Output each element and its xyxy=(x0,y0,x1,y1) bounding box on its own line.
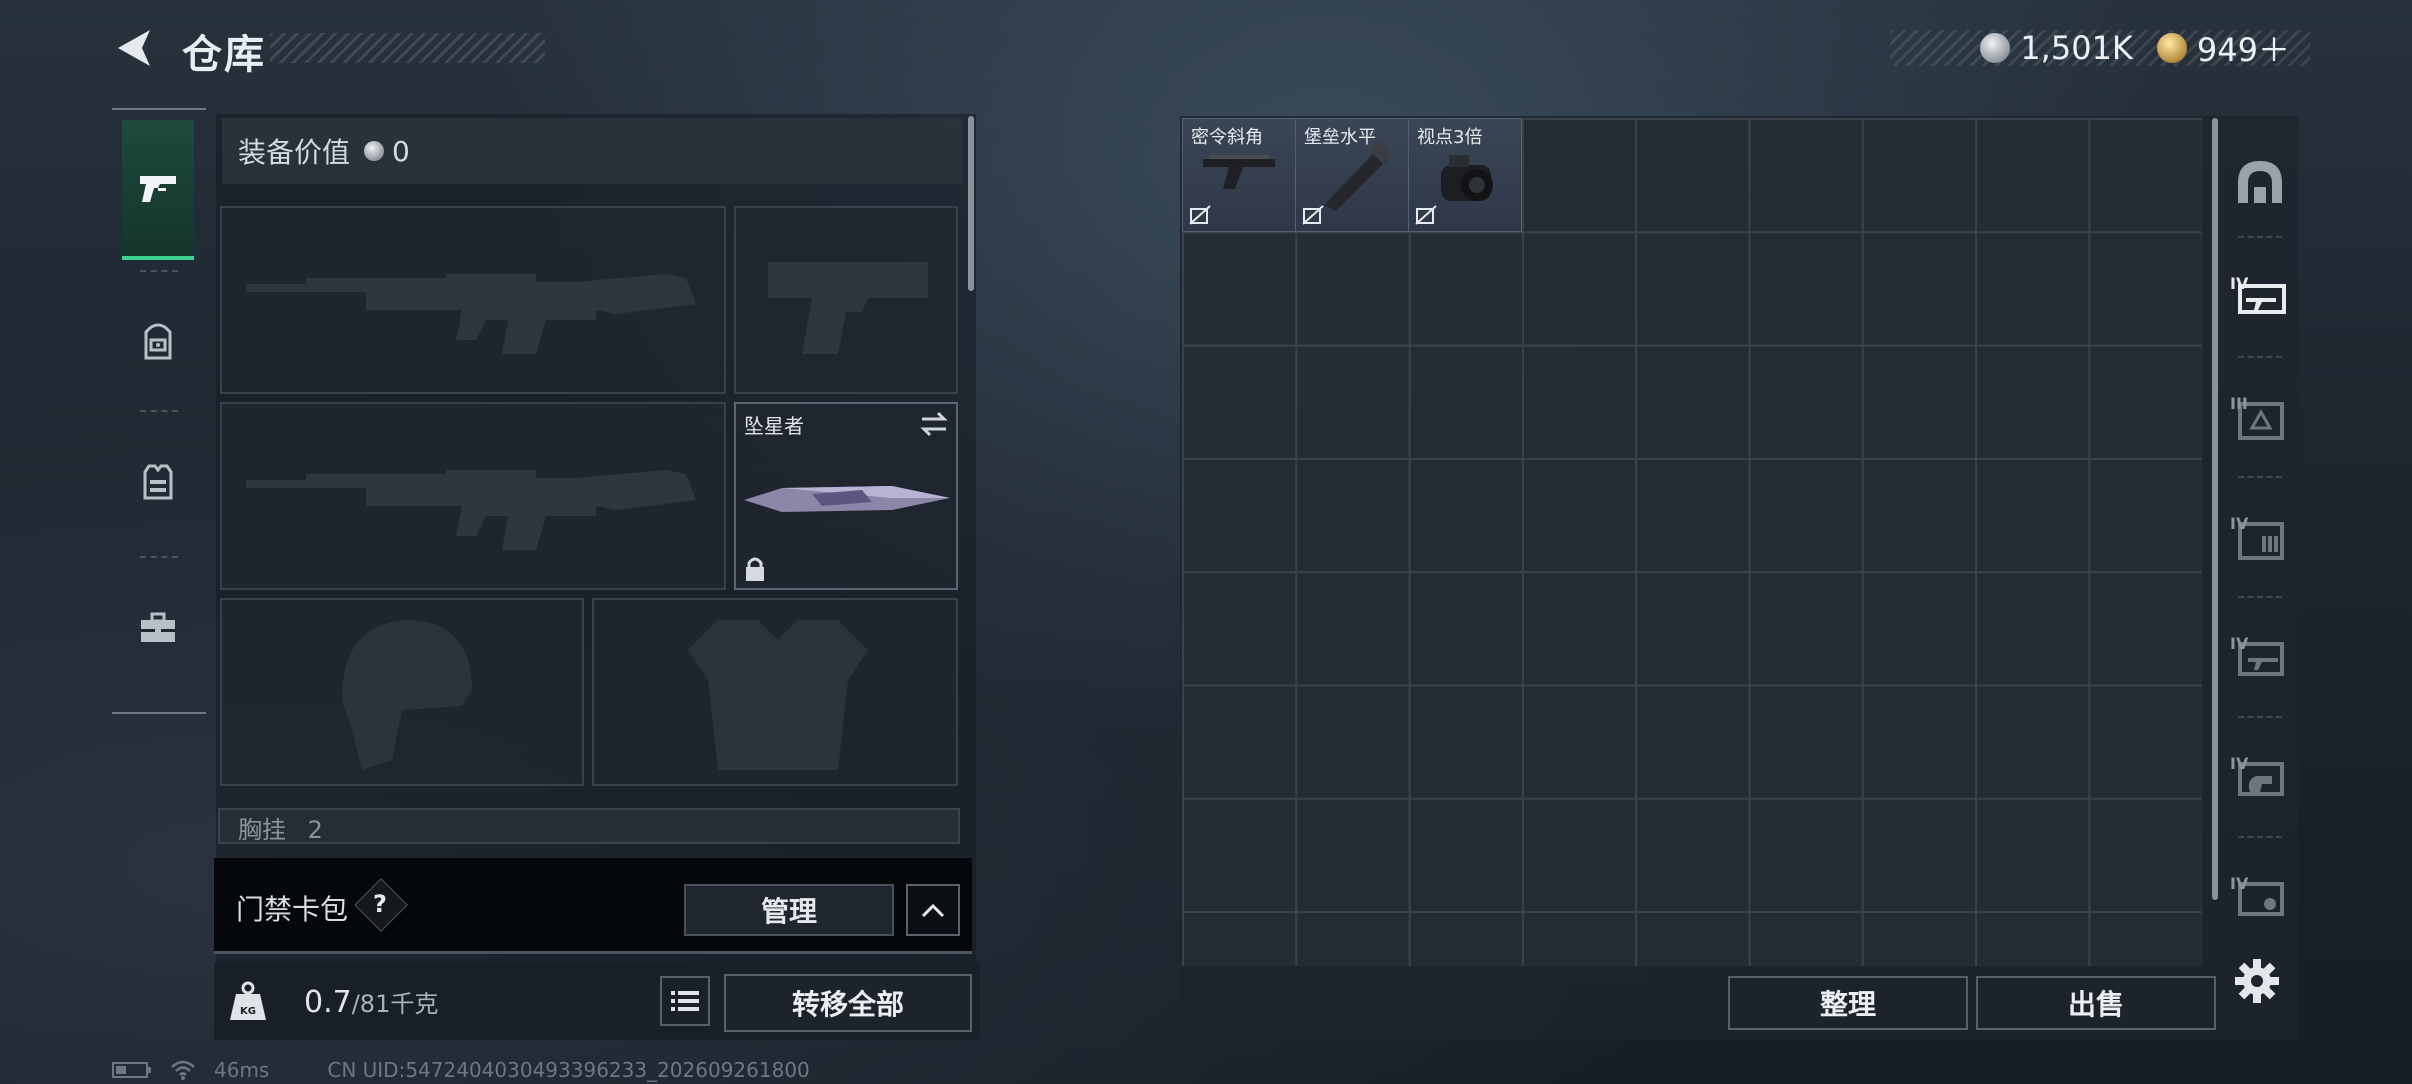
category-tool-case[interactable]: IV xyxy=(2220,600,2300,716)
primary-weapon-slot[interactable] xyxy=(220,206,726,394)
stash-item[interactable]: 视点3倍 xyxy=(1408,118,1522,232)
swap-icon[interactable] xyxy=(918,410,950,438)
list-icon xyxy=(671,991,699,1011)
armor-slot[interactable] xyxy=(592,598,958,786)
chest-rig-label: 胸挂 xyxy=(238,816,286,844)
no-sell-icon xyxy=(1302,205,1324,225)
category-tier: IV xyxy=(2230,514,2249,533)
title-decoration xyxy=(270,33,545,63)
ping-value: 46ms xyxy=(214,1058,270,1082)
category-medkit-case[interactable]: III xyxy=(2220,360,2300,476)
backpack-icon xyxy=(144,323,172,360)
back-arrow-icon[interactable] xyxy=(112,26,156,70)
category-ammo-case[interactable]: IV xyxy=(2220,480,2300,596)
help-icon[interactable]: ? xyxy=(362,886,398,922)
stash-item[interactable]: 密令斜角 xyxy=(1182,118,1296,232)
category-tier: IV xyxy=(2230,274,2249,293)
category-tier: IV xyxy=(2230,874,2249,893)
sort-button[interactable]: 整理 xyxy=(1728,976,1968,1030)
stash-category-rail: IV III IV IV IV IV xyxy=(2220,116,2300,946)
category-misc-case[interactable]: IV xyxy=(2220,840,2300,956)
category-divider xyxy=(2238,476,2282,478)
silver-currency-value: 1,501K xyxy=(2020,29,2133,67)
tab-toolbox[interactable] xyxy=(122,560,194,696)
chest-rig-slot[interactable]: 胸挂 2 xyxy=(218,808,960,844)
armor-silhouette-icon xyxy=(688,620,868,770)
silver-coin-icon xyxy=(1980,33,2011,63)
category-hand-case[interactable]: IV xyxy=(2220,720,2300,836)
keycard-wallet-bar: 门禁卡包 ? 管理 xyxy=(214,858,972,954)
weight-bar: KG 0.7/81千克 转移全部 xyxy=(214,962,980,1040)
lock-icon xyxy=(746,557,764,581)
pistol-icon xyxy=(140,176,176,202)
secondary-weapon-slot[interactable] xyxy=(734,206,958,394)
flashlight-icon xyxy=(1324,141,1393,211)
category-tier: IV xyxy=(2230,754,2249,773)
status-bar: 46ms CN UID:5472404030493396233_20260926… xyxy=(112,1058,810,1082)
chest-rig-count: 2 xyxy=(307,816,323,844)
scope-icon xyxy=(1441,155,1493,201)
rifle-silhouette-icon xyxy=(246,274,696,354)
carry-weight-max: /81千克 xyxy=(351,990,439,1018)
transfer-all-button[interactable]: 转移全部 xyxy=(724,974,972,1032)
category-weapon-case[interactable]: IV xyxy=(2220,240,2300,356)
silver-coin-icon xyxy=(364,141,385,161)
category-tier: IV xyxy=(2230,634,2249,653)
tab-vest[interactable] xyxy=(122,414,194,550)
currency-bar: 1,501K 949＋ xyxy=(1890,29,2310,69)
tab-divider xyxy=(140,556,178,558)
category-divider xyxy=(2238,836,2282,838)
category-divider xyxy=(2238,236,2282,238)
no-sell-icon xyxy=(1415,205,1437,225)
helmet-silhouette-icon xyxy=(342,620,472,770)
equipment-value-bar: 装备价值 0 xyxy=(222,118,962,184)
chevron-up-icon xyxy=(921,903,945,918)
tab-divider xyxy=(140,270,178,272)
keycard-wallet-label: 门禁卡包 xyxy=(236,893,349,926)
gold-coin-icon xyxy=(2156,33,2187,63)
melee-weapon-slot[interactable]: 坠星者 xyxy=(734,402,958,590)
stash-item[interactable]: 堡垒水平 xyxy=(1295,118,1409,232)
no-sell-icon xyxy=(1189,205,1211,225)
battery-icon xyxy=(112,1062,151,1078)
category-divider xyxy=(2238,716,2282,718)
collapse-button[interactable] xyxy=(906,884,960,936)
equipment-scrollbar[interactable] xyxy=(968,116,974,291)
list-view-button[interactable] xyxy=(660,976,710,1026)
tertiary-weapon-slot[interactable] xyxy=(220,402,726,590)
sell-button[interactable]: 出售 xyxy=(1976,976,2216,1030)
helmet-slot[interactable] xyxy=(220,598,584,786)
knife-icon xyxy=(744,486,950,512)
user-uid: CN UID:5472404030493396233_202609261800 xyxy=(327,1058,810,1082)
manage-button[interactable]: 管理 xyxy=(684,884,894,936)
carry-weight-current: 0.7 xyxy=(304,985,352,1020)
weight-kg-icon-label: KG xyxy=(240,1006,256,1017)
category-tier: III xyxy=(2230,394,2248,413)
weight-kg-icon: KG xyxy=(230,981,266,1020)
stash-grid[interactable]: 密令斜角 堡垒水平 视点3倍 xyxy=(1182,118,2202,966)
rifle-silhouette-icon xyxy=(246,470,696,550)
vest-icon xyxy=(143,464,173,500)
tab-weapons[interactable] xyxy=(122,120,194,260)
category-all[interactable] xyxy=(2220,124,2300,240)
page-title: 仓库 xyxy=(182,32,266,78)
carry-weight: 0.7/81千克 xyxy=(304,984,438,1020)
angled-grip-icon xyxy=(1203,155,1275,189)
equipment-tab-rail xyxy=(112,108,206,714)
settings-gear-icon[interactable] xyxy=(2234,958,2280,1004)
wifi-icon xyxy=(171,1060,195,1080)
tab-gear[interactable] xyxy=(122,274,194,410)
category-divider xyxy=(2238,356,2282,358)
melee-weapon-name: 坠星者 xyxy=(744,414,804,438)
gold-currency-value: 949＋ xyxy=(2196,31,2290,69)
equipment-value: 0 xyxy=(392,134,410,168)
equipment-value-label: 装备价值 xyxy=(238,136,351,169)
stash-scrollbar[interactable] xyxy=(2212,118,2218,900)
tab-divider xyxy=(140,410,178,412)
pistol-silhouette-icon xyxy=(768,262,928,354)
toolbox-icon xyxy=(141,612,175,642)
dome-icon xyxy=(2238,161,2282,203)
category-divider xyxy=(2238,596,2282,598)
